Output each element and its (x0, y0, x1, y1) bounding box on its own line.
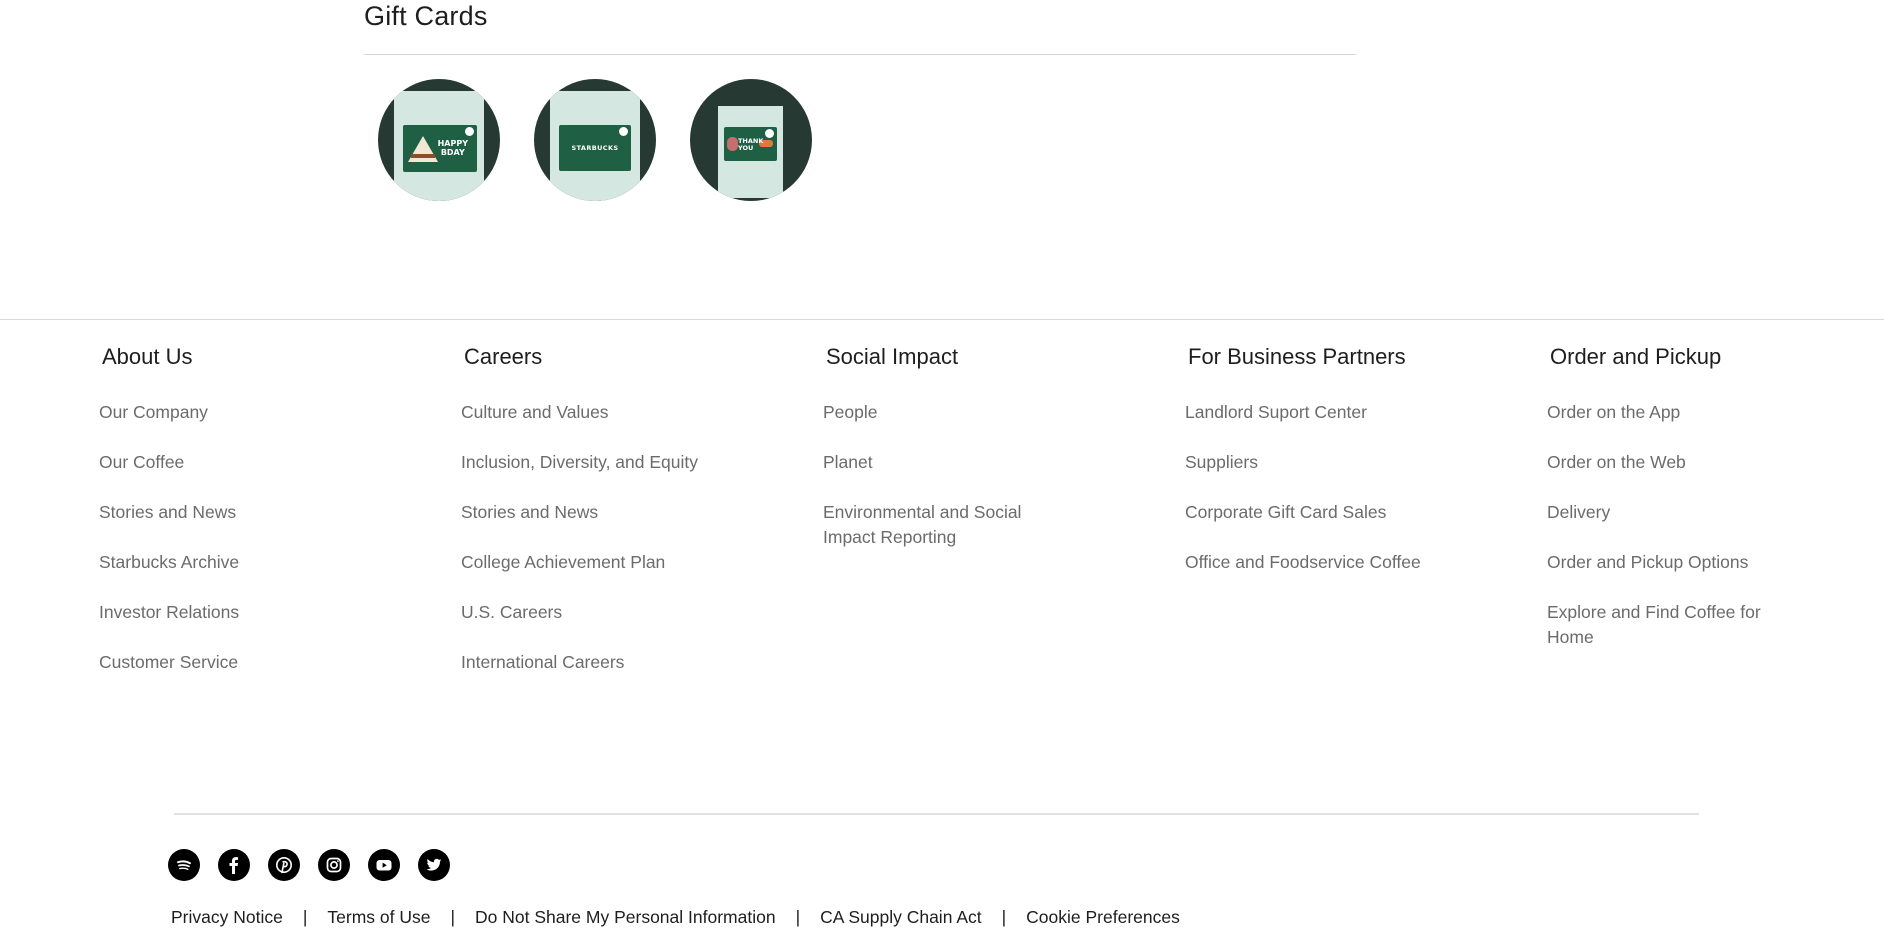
footer-column-about-us: About Us Our Company Our Coffee Stories … (99, 339, 399, 700)
footer-link-planet[interactable]: Planet (823, 450, 1073, 475)
footer-link-us-careers[interactable]: U.S. Careers (461, 600, 761, 625)
do-not-share-link[interactable]: Do Not Share My Personal Information (475, 904, 776, 930)
card-face-thank-you: THANK YOU (724, 127, 777, 161)
footer-link-landlord-support-center[interactable]: Landlord Suport Center (1185, 400, 1485, 425)
card-face-text: STARBUCKS (571, 144, 619, 152)
footer-link-suppliers[interactable]: Suppliers (1185, 450, 1485, 475)
footer-link-college-achievement-plan[interactable]: College Achievement Plan (461, 550, 761, 575)
legal-separator: | (450, 907, 456, 927)
footer-heading-about-us[interactable]: About Us (99, 339, 399, 375)
footer-link-order-on-web[interactable]: Order on the Web (1547, 450, 1787, 475)
siren-logo-icon (619, 127, 628, 136)
footer-bottom-divider (174, 813, 1699, 815)
footer-link-culture-and-values[interactable]: Culture and Values (461, 400, 761, 425)
footer-heading-social-impact[interactable]: Social Impact (823, 339, 1073, 375)
footer-link-customer-service[interactable]: Customer Service (99, 650, 399, 675)
footer-links-order-pickup: Order on the App Order on the Web Delive… (1547, 400, 1787, 650)
gift-card-happy-bday[interactable]: HAPPY BDAY (378, 79, 500, 201)
card-face-starbucks: STARBUCKS (559, 125, 631, 171)
social-links (168, 849, 450, 881)
facebook-icon[interactable] (218, 849, 250, 881)
footer-link-our-company[interactable]: Our Company (99, 400, 399, 425)
twitter-icon[interactable] (418, 849, 450, 881)
footer-column-business-partners: For Business Partners Landlord Suport Ce… (1185, 339, 1485, 600)
footer-link-starbucks-archive[interactable]: Starbucks Archive (99, 550, 399, 575)
flower-icon (727, 137, 738, 151)
spotify-icon[interactable] (168, 849, 200, 881)
footer-link-stories-and-news[interactable]: Stories and News (461, 500, 761, 525)
gift-cards-title: Gift Cards (364, 1, 488, 31)
siren-logo-icon (465, 127, 474, 136)
privacy-notice-link[interactable]: Privacy Notice (171, 904, 283, 930)
gift-card-thank-you[interactable]: THANK YOU (690, 79, 812, 201)
footer-link-investor-relations[interactable]: Investor Relations (99, 600, 399, 625)
footer-links-social-impact: People Planet Environmental and Social I… (823, 400, 1073, 550)
gift-card-starbucks[interactable]: STARBUCKS (534, 79, 656, 201)
footer-column-social-impact: Social Impact People Planet Environmenta… (823, 339, 1073, 575)
gift-card-list: HAPPY BDAY STARBUCKS THANK YOU (378, 79, 812, 201)
cake-icon (408, 136, 438, 162)
footer-links-about-us: Our Company Our Coffee Stories and News … (99, 400, 399, 675)
gift-cards-section: Gift Cards HAPPY BDAY STARBUCKS THANK YO… (364, 0, 1356, 201)
card-face-text: THANK YOU (738, 137, 764, 152)
footer-top-divider (0, 319, 1884, 320)
cake-layer (411, 154, 435, 158)
footer-link-order-on-app[interactable]: Order on the App (1547, 400, 1787, 425)
terms-of-use-link[interactable]: Terms of Use (327, 904, 430, 930)
footer-link-people[interactable]: People (823, 400, 1073, 425)
footer-column-careers: Careers Culture and Values Inclusion, Di… (461, 339, 761, 700)
legal-separator: | (1001, 907, 1007, 927)
instagram-icon[interactable] (318, 849, 350, 881)
cookie-preferences-link[interactable]: Cookie Preferences (1026, 904, 1180, 930)
legal-separator: | (302, 907, 308, 927)
ca-supply-chain-act-link[interactable]: CA Supply Chain Act (820, 904, 981, 930)
footer-links-business-partners: Landlord Suport Center Suppliers Corpora… (1185, 400, 1485, 575)
footer-link-international-careers[interactable]: International Careers (461, 650, 761, 675)
footer-link-delivery[interactable]: Delivery (1547, 500, 1787, 525)
footer-links-careers: Culture and Values Inclusion, Diversity,… (461, 400, 761, 675)
footer-heading-order-pickup[interactable]: Order and Pickup (1547, 339, 1787, 375)
siren-logo-icon (765, 129, 774, 138)
footer-link-order-pickup-options[interactable]: Order and Pickup Options (1547, 550, 1787, 575)
youtube-icon[interactable] (368, 849, 400, 881)
footer-link-inclusion-diversity-equity[interactable]: Inclusion, Diversity, and Equity (461, 450, 761, 475)
footer-heading-business-partners[interactable]: For Business Partners (1185, 339, 1485, 375)
footer-link-our-coffee[interactable]: Our Coffee (99, 450, 399, 475)
card-face-text: HAPPY BDAY (437, 139, 468, 157)
footer-link-corporate-gift-card-sales[interactable]: Corporate Gift Card Sales (1185, 500, 1485, 525)
legal-separator: | (795, 907, 801, 927)
footer-heading-careers[interactable]: Careers (461, 339, 761, 375)
footer-link-office-foodservice-coffee[interactable]: Office and Foodservice Coffee (1185, 550, 1485, 575)
footer-link-impact-reporting[interactable]: Environmental and Social Impact Reportin… (823, 500, 1073, 550)
footer-link-explore-coffee-home[interactable]: Explore and Find Coffee for Home (1547, 600, 1787, 650)
footer-link-stories-and-news[interactable]: Stories and News (99, 500, 399, 525)
gift-cards-divider (364, 54, 1356, 55)
card-face-happy-bday: HAPPY BDAY (403, 125, 477, 172)
legal-links: Privacy Notice | Terms of Use | Do Not S… (171, 904, 1180, 930)
footer-column-order-pickup: Order and Pickup Order on the App Order … (1547, 339, 1787, 675)
pinterest-icon[interactable] (268, 849, 300, 881)
